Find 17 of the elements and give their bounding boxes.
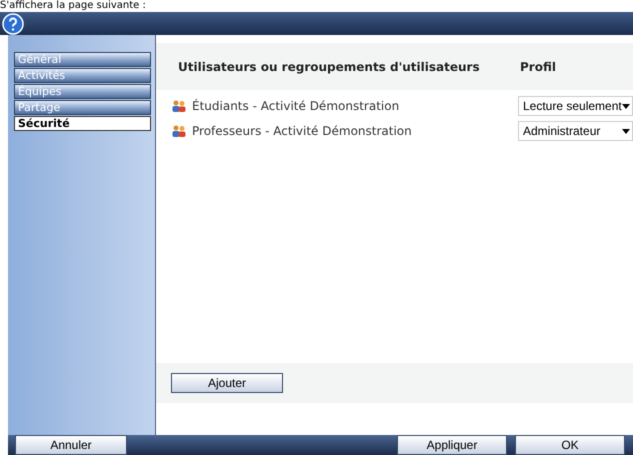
user-group-name: Étudiants - Activité Démonstration: [192, 98, 400, 115]
user-group-name: Professeurs - Activité Démonstration: [192, 123, 413, 140]
users-icon: [172, 125, 186, 137]
add-button[interactable]: Ajouter: [171, 373, 283, 393]
profile-dropdown[interactable]: Administrateur: [518, 121, 633, 141]
sidebar-tab[interactable]: Sécurité: [14, 116, 151, 131]
caret-icon: [622, 104, 630, 108]
footer-button[interactable]: Appliquer: [397, 435, 507, 455]
column-header: Profil: [520, 58, 556, 76]
caption: S'affichera la page suivante :: [0, 0, 146, 12]
users-icon: [172, 100, 186, 112]
cancel-button[interactable]: Annuler: [15, 435, 127, 455]
profile-dropdown[interactable]: Lecture seulement: [518, 96, 633, 116]
column-header: Utilisateurs ou regroupements d'utilisateurs: [178, 58, 481, 76]
footer-button[interactable]: OK: [515, 435, 625, 455]
help-icon[interactable]: [2, 12, 24, 34]
caret-icon: [622, 128, 630, 134]
